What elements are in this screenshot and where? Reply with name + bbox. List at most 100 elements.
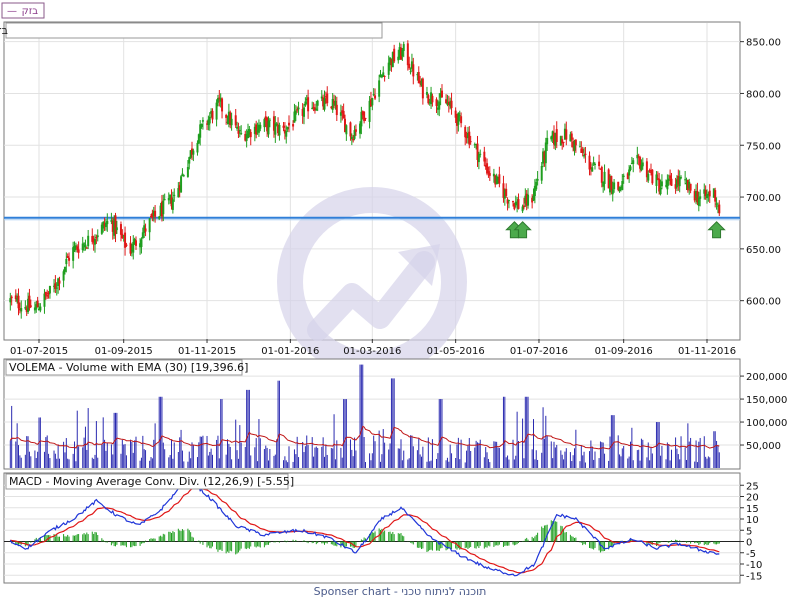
candle-body	[581, 149, 584, 153]
price-y-tick-label: 800.00	[746, 89, 781, 100]
candle-body	[115, 227, 118, 231]
candle-body	[479, 153, 482, 155]
candle-body	[378, 80, 381, 97]
candle-body	[84, 244, 87, 248]
candle-body	[20, 308, 23, 312]
candle-body	[460, 116, 463, 124]
candle-body	[296, 109, 299, 111]
candle-body	[383, 75, 386, 77]
candle-body	[87, 235, 90, 247]
candle-body	[282, 125, 285, 128]
legend-tab-symbol: —	[7, 6, 17, 17]
candle-body	[215, 102, 218, 120]
candle-body	[43, 293, 46, 307]
candle-body	[409, 71, 412, 73]
candle-body	[565, 129, 568, 140]
stock-chart: — בזק בזק [פתיחה: 680.00 גבוה: 696.90 נמ…	[0, 0, 800, 600]
candle-body	[660, 181, 663, 187]
candle-body	[621, 181, 624, 190]
candle-body	[39, 306, 42, 311]
macd-y-tick-label: -15	[746, 571, 762, 582]
candle-body	[431, 95, 434, 103]
candle-body	[464, 127, 467, 138]
candle-body	[238, 129, 241, 132]
candle-body	[66, 255, 69, 259]
price-y-tick-label: 750.00	[746, 141, 781, 152]
candle-body	[678, 176, 681, 187]
candle-body	[667, 178, 670, 182]
candle-body	[201, 120, 204, 122]
candle-body	[527, 194, 530, 206]
candle-body	[263, 119, 266, 128]
candle-body	[622, 175, 625, 178]
candle-body	[182, 175, 185, 177]
candle-body	[659, 187, 662, 195]
candle-body	[521, 206, 524, 212]
candle-body	[62, 271, 65, 281]
price-x-tick-label: 01-11-2016	[678, 346, 736, 357]
candle-body	[154, 210, 157, 217]
candle-body	[669, 175, 672, 179]
macd-y-tick-label: 15	[746, 504, 759, 515]
volume-panel: VOLEMA - Volume with EMA (30) [19,396.6]…	[3, 358, 787, 470]
candle-body	[393, 48, 396, 62]
candle-body	[342, 110, 345, 119]
price-y-tick-label: 650.00	[746, 245, 781, 256]
candle-body	[468, 131, 471, 145]
candle-body	[249, 132, 252, 138]
candle-body	[425, 91, 428, 95]
candle-body	[63, 266, 66, 272]
candle-body	[163, 199, 166, 201]
candle-body	[180, 176, 183, 193]
candle-body	[718, 204, 721, 214]
candle-body	[421, 78, 424, 99]
candle-body	[316, 100, 319, 106]
candle-body	[278, 124, 281, 136]
candle-body	[292, 124, 295, 127]
candle-body	[36, 300, 39, 308]
candle-body	[303, 107, 306, 117]
candle-body	[583, 155, 586, 157]
candle-body	[255, 124, 258, 135]
candle-body	[144, 228, 147, 232]
candle-body	[352, 138, 355, 141]
candle-body	[304, 101, 307, 106]
candle-body	[628, 169, 631, 176]
price-y-tick-label: 600.00	[746, 297, 781, 308]
candle-body	[699, 196, 702, 199]
candle-body	[611, 189, 614, 195]
candle-body	[647, 173, 650, 181]
candle-body	[374, 95, 377, 99]
candle-body	[10, 296, 13, 299]
volume-y-tick-label: 100,000	[746, 418, 787, 429]
price-y-tick-label: 850.00	[746, 38, 781, 49]
candle-body	[689, 183, 692, 191]
candle-body	[114, 215, 117, 235]
candle-body	[297, 107, 300, 110]
candle-body	[323, 98, 326, 110]
candle-body	[684, 179, 687, 181]
candle-body	[326, 93, 329, 104]
macd-y-tick-label: -5	[746, 549, 756, 560]
candle-body	[234, 115, 237, 126]
candle-body	[294, 110, 297, 115]
candle-body	[574, 139, 577, 146]
candle-body	[259, 124, 262, 129]
candle-body	[173, 194, 176, 196]
legend-tab[interactable]: — בזק	[1, 2, 45, 19]
candle-body	[603, 171, 606, 184]
candle-body	[440, 90, 443, 98]
candle-body	[535, 181, 538, 190]
candle-body	[546, 137, 549, 145]
candle-body	[469, 141, 472, 143]
candle-body	[192, 150, 195, 155]
candle-body	[106, 221, 109, 225]
price-x-tick-label: 01-11-2015	[178, 346, 236, 357]
candle-body	[435, 99, 438, 106]
candle-body	[81, 243, 84, 251]
macd-y-tick-label: 10	[746, 515, 759, 526]
candle-body	[85, 247, 88, 249]
candle-body	[216, 98, 219, 103]
candle-body	[65, 258, 68, 265]
price-x-tick-label: 01-03-2016	[343, 346, 401, 357]
